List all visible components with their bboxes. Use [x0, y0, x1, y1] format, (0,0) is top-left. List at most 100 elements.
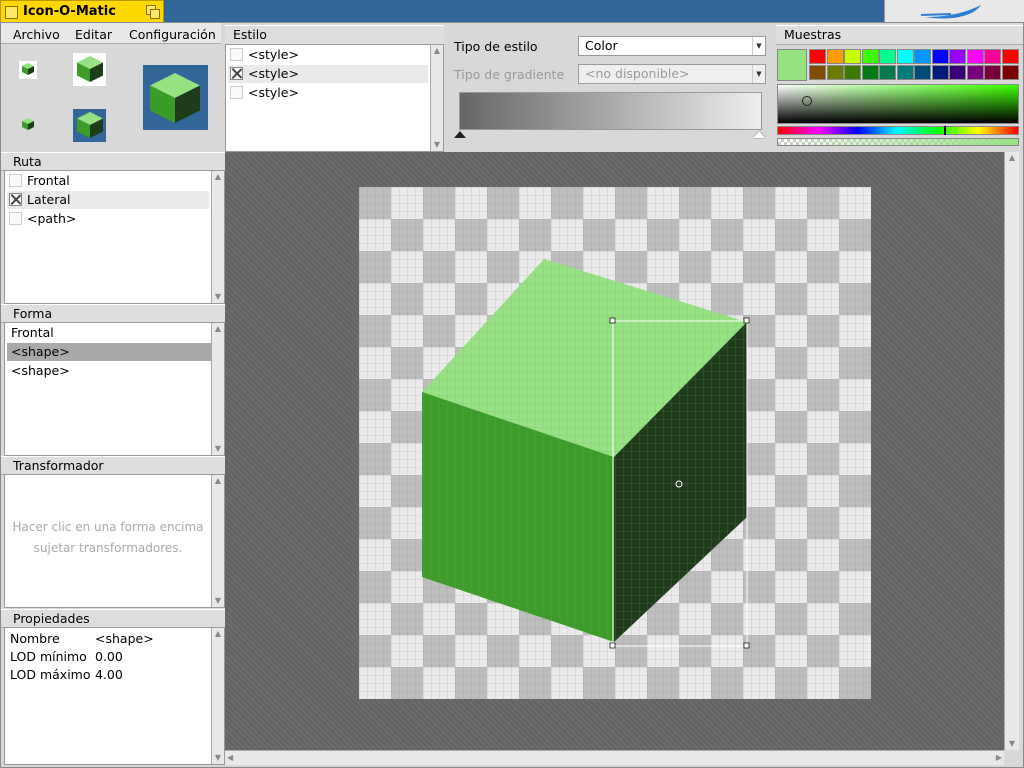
deskbar[interactable]: [884, 0, 1024, 22]
color-swatch[interactable]: [914, 65, 931, 80]
scroll-up-arrow-icon[interactable]: ▲: [212, 323, 224, 335]
path-item[interactable]: Lateral: [7, 191, 209, 209]
scroll-down-arrow-icon[interactable]: ▼: [212, 595, 224, 607]
color-swatch[interactable]: [879, 49, 896, 64]
window-title: Icon-O-Matic: [23, 4, 116, 19]
color-swatch[interactable]: [879, 65, 896, 80]
color-swatch[interactable]: [931, 49, 949, 64]
style-item[interactable]: <style>: [228, 84, 428, 102]
color-swatch[interactable]: [1001, 65, 1019, 80]
gradient-stop-end-icon[interactable]: [753, 131, 765, 138]
style-panel-header: Estilo: [225, 25, 444, 45]
style-visibility-checkbox[interactable]: [230, 67, 243, 80]
color-swatch[interactable]: [984, 49, 1001, 64]
scroll-down-arrow-icon[interactable]: ▼: [1005, 738, 1019, 750]
chevron-down-icon: ▼: [752, 37, 765, 55]
color-swatch[interactable]: [949, 65, 966, 80]
path-panel-header: Ruta: [1, 152, 225, 171]
style-visibility-checkbox[interactable]: [230, 86, 243, 99]
color-swatch[interactable]: [914, 49, 931, 64]
menu-editar[interactable]: Editar: [75, 27, 112, 42]
color-swatch[interactable]: [966, 49, 984, 64]
path-checkbox[interactable]: [9, 174, 22, 187]
style-type-dropdown[interactable]: Color ▼: [578, 36, 766, 56]
menu-bar: Archivo Editar Configuración: [1, 23, 221, 44]
color-swatch[interactable]: [844, 49, 861, 64]
window-tab[interactable]: Icon-O-Matic: [0, 0, 164, 22]
current-color-swatch[interactable]: [777, 49, 807, 81]
color-swatch[interactable]: [896, 65, 914, 80]
style-item[interactable]: <style>: [228, 65, 428, 83]
shape-list: Frontal <shape> <shape> ▲ ▼: [4, 322, 225, 456]
gradient-preview[interactable]: [459, 92, 762, 130]
scroll-up-arrow-icon[interactable]: ▲: [212, 171, 224, 183]
prop-lod-min-value[interactable]: 0.00: [95, 649, 123, 664]
color-swatch[interactable]: [949, 49, 966, 64]
scroll-down-arrow-icon[interactable]: ▼: [431, 139, 443, 151]
canvas-view[interactable]: [225, 152, 1004, 750]
icon-preview-area: [1, 45, 225, 151]
path-checkbox[interactable]: [9, 193, 22, 206]
color-swatch[interactable]: [844, 65, 861, 80]
properties-panel-header: Propiedades: [1, 609, 225, 628]
gradient-type-dropdown[interactable]: <no disponible> ▼: [578, 64, 766, 84]
shape-item[interactable]: <shape>: [7, 343, 213, 361]
style-list-scrollbar[interactable]: ▲ ▼: [430, 45, 443, 151]
path-list-scrollbar[interactable]: ▲ ▼: [211, 171, 224, 303]
color-swatch[interactable]: [931, 65, 949, 80]
icon-canvas[interactable]: [359, 187, 871, 699]
menu-configuracion[interactable]: Configuración: [129, 27, 216, 42]
scroll-down-arrow-icon[interactable]: ▼: [212, 443, 224, 455]
zoom-icon[interactable]: [146, 5, 160, 19]
color-swatch[interactable]: [984, 65, 1001, 80]
transformer-list-scrollbar[interactable]: ▲ ▼: [211, 475, 224, 607]
scroll-up-arrow-icon[interactable]: ▲: [212, 628, 224, 640]
scroll-left-arrow-icon[interactable]: ◀: [227, 751, 233, 765]
style-visibility-checkbox[interactable]: [230, 48, 243, 61]
hue-slider[interactable]: [777, 126, 1019, 135]
scroll-up-arrow-icon[interactable]: ▲: [212, 475, 224, 487]
shape-item[interactable]: <shape>: [7, 362, 213, 380]
scroll-down-arrow-icon[interactable]: ▼: [212, 752, 224, 764]
shape-item[interactable]: Frontal: [7, 324, 213, 342]
scroll-up-arrow-icon[interactable]: ▲: [431, 45, 443, 57]
prop-lod-max-label: LOD máximo: [10, 667, 91, 682]
gradient-type-label: Tipo de gradiente: [454, 67, 565, 82]
scroll-down-arrow-icon[interactable]: ▼: [212, 291, 224, 303]
prop-name-value[interactable]: <shape>: [95, 631, 154, 646]
scroll-right-arrow-icon[interactable]: ▶: [996, 751, 1002, 765]
style-item[interactable]: <style>: [228, 46, 428, 64]
canvas-vertical-scrollbar[interactable]: ▲ ▼: [1004, 152, 1019, 750]
canvas-horizontal-scrollbar[interactable]: ◀ ▶: [225, 750, 1004, 765]
scroll-up-arrow-icon[interactable]: ▲: [1005, 152, 1019, 164]
hue-slider-handle[interactable]: [944, 126, 946, 135]
color-swatch[interactable]: [826, 49, 844, 64]
path-list: Frontal Lateral <path> ▲ ▼: [4, 170, 225, 304]
path-item[interactable]: Frontal: [7, 172, 209, 190]
color-picker-cursor-icon[interactable]: [802, 96, 812, 106]
gradient-stop-start-icon[interactable]: [454, 131, 466, 138]
color-swatch[interactable]: [896, 49, 914, 64]
color-swatch[interactable]: [966, 65, 984, 80]
shape-panel-header: Forma: [1, 304, 225, 323]
color-swatch[interactable]: [809, 65, 826, 80]
menu-archivo[interactable]: Archivo: [13, 27, 60, 42]
color-swatch[interactable]: [826, 65, 844, 80]
chevron-down-icon: ▼: [752, 65, 765, 83]
properties-scrollbar[interactable]: ▲ ▼: [211, 628, 224, 764]
color-field[interactable]: [777, 84, 1019, 124]
close-icon[interactable]: [5, 6, 18, 19]
shape-list-scrollbar[interactable]: ▲ ▼: [211, 323, 224, 455]
transformer-list: Hacer clic en una forma encima sujetar t…: [4, 474, 225, 608]
path-checkbox[interactable]: [9, 212, 22, 225]
swatches-panel: [776, 45, 1023, 152]
path-item[interactable]: <path>: [7, 210, 209, 228]
alpha-slider[interactable]: [777, 138, 1019, 146]
color-swatch[interactable]: [809, 49, 826, 64]
color-swatch[interactable]: [861, 49, 879, 64]
color-swatch[interactable]: [1001, 49, 1019, 64]
style-list: <style> <style> <style> ▲ ▼: [225, 44, 444, 152]
transformer-hint: Hacer clic en una forma encima sujetar t…: [12, 520, 204, 555]
prop-lod-max-value[interactable]: 4.00: [95, 667, 123, 682]
color-swatch[interactable]: [861, 65, 879, 80]
